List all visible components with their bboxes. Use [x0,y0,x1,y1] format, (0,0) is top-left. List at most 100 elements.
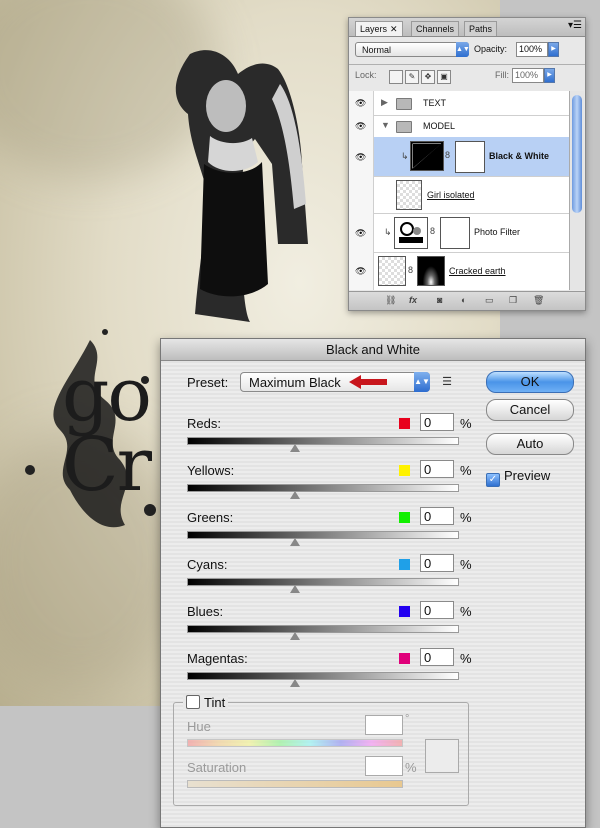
slider-knob[interactable] [290,679,300,687]
new-layer-icon[interactable]: ❐ [509,295,517,306]
visibility-eye-icon[interactable]: 👁 [349,252,374,290]
opacity-field[interactable]: 100% [516,42,548,57]
lock-brush-icon[interactable]: ✎ [405,70,419,84]
slider-track[interactable] [187,625,459,633]
saturation-slider[interactable] [187,780,403,788]
chain-link-icon[interactable]: 8 [430,226,435,236]
tint-checkbox[interactable]: Tint [183,695,229,710]
slider-track[interactable] [187,437,459,445]
channel-value-field[interactable]: 0 [420,413,454,431]
visibility-eye-icon[interactable]: 👁 [349,91,374,115]
channel-label: Magentas: [187,651,248,666]
checkbox-unchecked-icon[interactable] [186,695,200,709]
layer-row-text[interactable]: 👁 ▶ TEXT [349,91,569,116]
channel-value-field[interactable]: 0 [420,460,454,478]
visibility-eye-icon[interactable]: 👁 [349,115,374,137]
percent-label: % [460,557,472,572]
visibility-eye-icon[interactable]: 👁 [349,137,374,176]
channel-value-field[interactable]: 0 [420,507,454,525]
lock-label: Lock: [355,70,377,80]
channel-label: Yellows: [187,463,235,478]
layer-name: TEXT [423,98,447,108]
adjustment-icon[interactable]: ◐ [461,295,466,305]
hue-slider[interactable] [187,739,403,747]
tab-paths-label: Paths [469,24,493,34]
fill-arrow-icon[interactable]: ▶ [544,68,555,83]
fill-field[interactable]: 100% [512,68,544,83]
folder-icon [396,121,412,133]
tab-channels[interactable]: Channels [411,21,460,36]
channel-label: Reds: [187,416,221,431]
slider-track[interactable] [187,531,459,539]
layers-panel: Layers ✕ Channels Paths ▾☰ Normal ▲▼ Opac… [348,17,586,311]
slider-track[interactable] [187,484,459,492]
mask-thumbnail [417,256,445,286]
percent-label: % [460,604,472,619]
headline-line-1: go [62,352,152,438]
scroll-thumb[interactable] [572,95,582,213]
hue-field[interactable] [365,715,403,735]
channel-value-field[interactable]: 0 [420,648,454,666]
chain-link-icon[interactable]: 8 [408,265,413,275]
percent-label: % [460,463,472,478]
layer-row-black-white[interactable]: 👁 ↳ 8 Black & White [349,137,569,177]
saturation-unit: % [405,760,417,775]
layer-row-photo-filter[interactable]: 👁 ↳ 8 Photo Filter [349,213,569,253]
lock-transparency-icon[interactable] [389,70,403,84]
link-icon[interactable]: ⛓ [385,295,396,306]
lock-all-icon[interactable]: ▣ [437,70,451,84]
blend-mode-select[interactable]: Normal ▲▼ [355,42,470,57]
preset-label: Preset: [187,375,229,390]
layer-row-model[interactable]: 👁 ▼ MODEL [349,115,569,138]
auto-button[interactable]: Auto [486,433,574,455]
slider-knob[interactable] [290,585,300,593]
color-swatch [399,512,410,523]
visibility-eye-icon[interactable]: 👁 [349,213,374,252]
checkbox-checked-icon[interactable]: ✓ [486,473,500,487]
collapse-triangle-icon[interactable]: ▼ [381,120,390,130]
layer-row-girl-isolated[interactable]: Girl isolated [349,176,569,214]
mask-thumbnail [440,217,470,249]
hue-unit: ° [405,713,410,725]
chevron-down-icon: ▲▼ [456,42,470,57]
tab-layers[interactable]: Layers ✕ [355,21,403,36]
tint-color-swatch[interactable] [425,739,459,773]
clip-arrow-icon: ↳ [401,151,409,161]
layer-name: Black & White [489,151,550,161]
ok-button[interactable]: OK [486,371,574,393]
slider-track[interactable] [187,672,459,680]
slider-row-blues: Blues: 0% [187,601,477,650]
channel-value-field[interactable]: 0 [420,601,454,619]
preview-checkbox[interactable]: ✓ Preview [486,468,550,487]
cancel-button[interactable]: Cancel [486,399,574,421]
saturation-field[interactable] [365,756,403,776]
opacity-arrow-icon[interactable]: ▶ [548,42,559,57]
slider-track[interactable] [187,578,459,586]
preset-select[interactable]: Maximum Black ▲▼ [240,372,430,392]
preset-options-icon[interactable]: ☰ [439,374,455,390]
expand-triangle-icon[interactable]: ▶ [381,97,388,108]
slider-knob[interactable] [290,538,300,546]
red-arrow-icon [349,375,387,389]
mask-icon[interactable]: ◙ [437,295,442,305]
opacity-label: Opacity: [474,44,508,54]
folder-icon[interactable]: ▭ [485,295,494,306]
preset-value: Maximum Black [249,375,341,390]
slider-knob[interactable] [290,491,300,499]
close-icon[interactable]: ✕ [390,24,398,34]
layer-row-cracked-earth[interactable]: 👁 8 Cracked earth [349,252,569,290]
chain-link-icon[interactable]: 8 [445,150,450,160]
chevron-down-icon: ▲▼ [414,372,430,392]
tab-paths[interactable]: Paths [464,21,498,36]
fx-icon[interactable]: fx [409,295,417,305]
slider-knob[interactable] [290,632,300,640]
lock-move-icon[interactable]: ✥ [421,70,435,84]
slider-row-greens: Greens: 0% [187,507,477,556]
trash-icon[interactable]: 🗑 [533,295,544,306]
layer-thumbnail [378,256,406,286]
panel-menu-icon[interactable]: ▾☰ [568,20,582,31]
layers-scrollbar[interactable] [569,91,584,290]
channel-value-field[interactable]: 0 [420,554,454,572]
slider-knob[interactable] [290,444,300,452]
layer-name: Cracked earth [449,266,506,276]
